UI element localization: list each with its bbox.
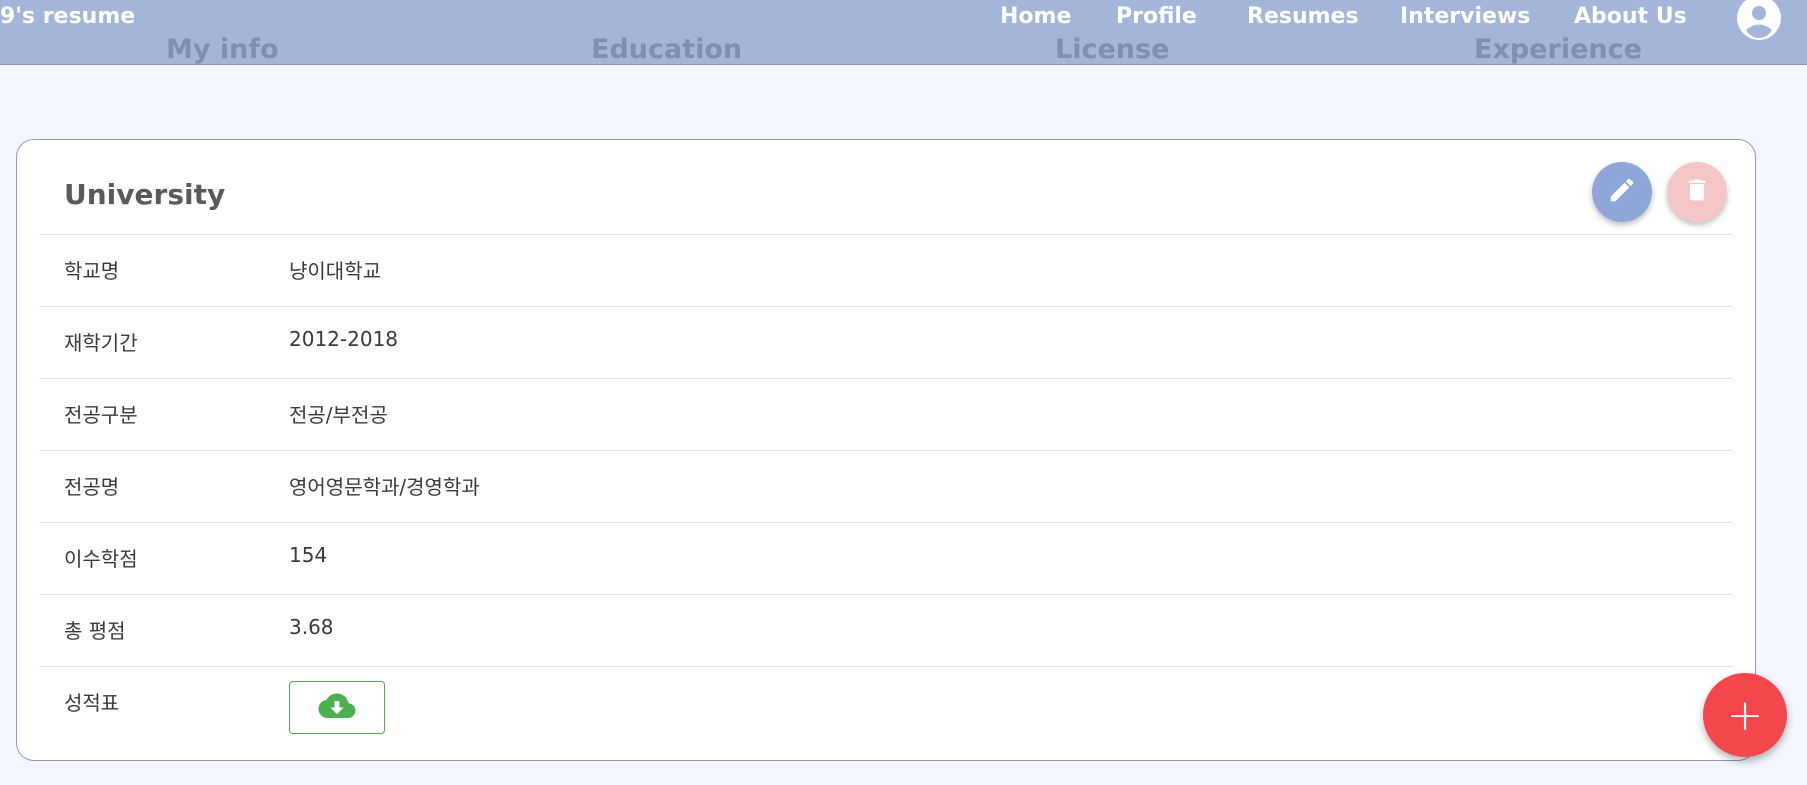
row-enrollment-period: 재학기간 2012-2018 (39, 306, 1732, 378)
row-label: 총 평점 (64, 619, 126, 643)
row-major-name: 전공명 영어영문학과/경영학과 (39, 450, 1732, 522)
row-value: 3.68 (289, 615, 334, 639)
tab-experience[interactable]: Experience (1474, 34, 1642, 65)
main-nav: Home Profile Resumes Interviews About Us (0, 4, 1807, 34)
row-major-type: 전공구분 전공/부전공 (39, 378, 1732, 450)
edit-button[interactable] (1592, 162, 1652, 222)
row-value: 영어영문학과/경영학과 (289, 475, 480, 499)
card-title: University (64, 178, 226, 211)
row-school-name: 학교명 냥이대학교 (39, 234, 1732, 306)
delete-button[interactable] (1667, 162, 1727, 222)
row-label: 학교명 (64, 259, 120, 283)
row-label: 이수학점 (64, 547, 138, 571)
nav-resumes[interactable]: Resumes (1247, 4, 1359, 29)
pencil-icon (1607, 175, 1637, 209)
plus-icon: + (1726, 689, 1764, 741)
row-value: 154 (289, 543, 328, 567)
university-card: University 학교명 냥이대학교 재학기간 2012-2018 전공구분… (16, 139, 1756, 761)
transcript-download-button[interactable] (289, 681, 385, 734)
nav-home[interactable]: Home (1000, 4, 1071, 29)
row-transcript: 성적표 (39, 666, 1732, 738)
add-button[interactable]: + (1703, 673, 1787, 757)
nav-about-us[interactable]: About Us (1574, 4, 1687, 29)
tab-my-info[interactable]: My info (166, 34, 279, 65)
nav-interviews[interactable]: Interviews (1400, 4, 1530, 29)
cloud-download-icon (318, 692, 356, 724)
row-label: 전공구분 (64, 403, 138, 427)
row-label: 성적표 (64, 691, 120, 715)
tab-education[interactable]: Education (591, 34, 742, 65)
row-value: 전공/부전공 (289, 403, 388, 427)
nav-profile[interactable]: Profile (1116, 4, 1197, 29)
row-label: 전공명 (64, 475, 120, 499)
row-gpa: 총 평점 3.68 (39, 594, 1732, 666)
tab-license[interactable]: License (1055, 34, 1169, 65)
section-tabs: My info Education License Experience (0, 34, 1807, 68)
row-value: 냥이대학교 (289, 259, 381, 283)
trash-icon (1683, 175, 1711, 209)
top-navbar: 9's resume Home Profile Resumes Intervie… (0, 0, 1807, 65)
row-value: 2012-2018 (289, 327, 399, 351)
row-credits: 이수학점 154 (39, 522, 1732, 594)
row-label: 재학기간 (64, 331, 138, 355)
